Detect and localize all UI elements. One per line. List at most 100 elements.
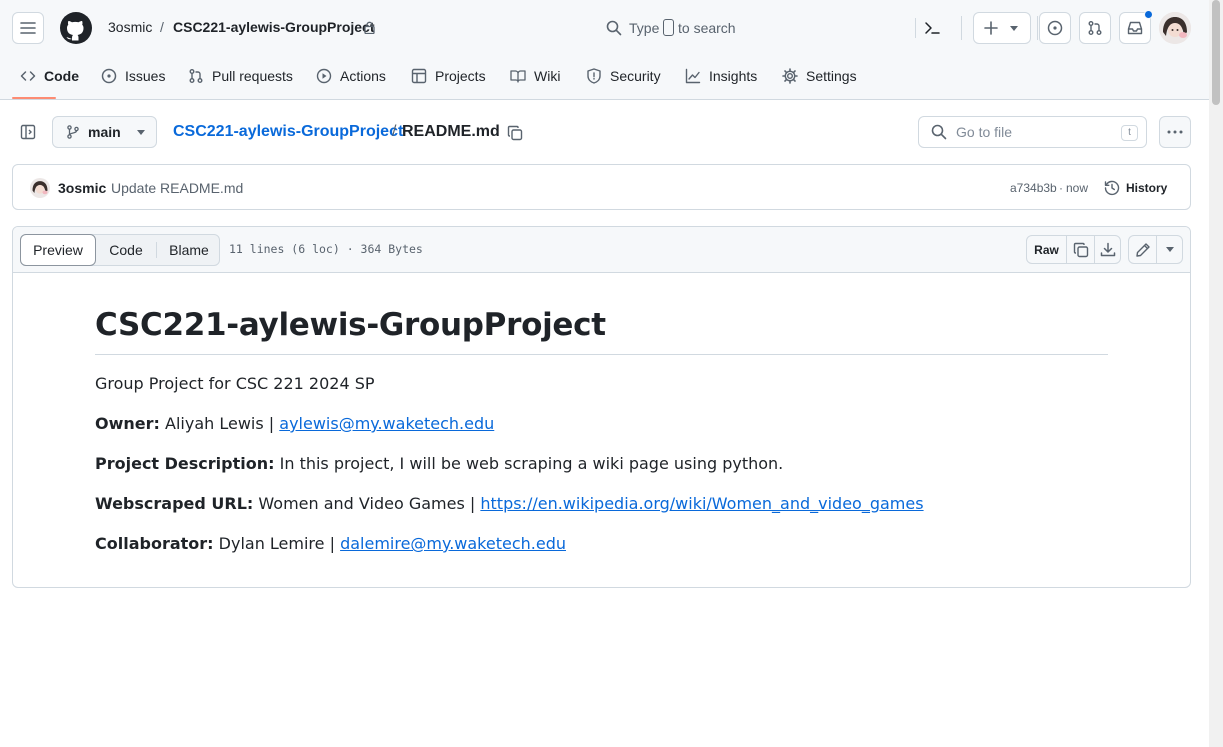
menu-button[interactable]: [12, 12, 44, 44]
file-path-separator: /: [392, 123, 397, 140]
edit-file-button[interactable]: [1129, 236, 1156, 263]
go-to-file-key: t: [1121, 125, 1138, 141]
pull-request-icon: [1088, 21, 1102, 35]
commit-dot: ·: [1059, 181, 1063, 195]
search-placeholder-rest: to search: [678, 20, 736, 36]
tab-blame-label: Blame: [169, 242, 209, 258]
shield-icon: [587, 68, 601, 84]
issues-button[interactable]: [1039, 12, 1071, 44]
sidebar-expand-icon: [20, 124, 36, 140]
collaborator-email-link[interactable]: dalemire@my.waketech.edu: [340, 534, 566, 553]
owner-link[interactable]: 3osmic: [108, 19, 152, 35]
lock-icon: [364, 21, 375, 34]
search-placeholder-type: Type: [629, 20, 660, 36]
tab-pull-requests[interactable]: Pull requests: [188, 64, 293, 88]
readme-url-line: Webscraped URL: Women and Video Games | …: [95, 494, 924, 513]
search-icon: [931, 124, 947, 140]
kebab-horizontal-icon: [1167, 130, 1183, 134]
copy-icon: [1073, 242, 1088, 257]
tab-projects-label: Projects: [435, 68, 486, 84]
download-button[interactable]: [1095, 236, 1120, 263]
history-icon: [1104, 180, 1120, 196]
commit-message[interactable]: Update README.md: [111, 180, 243, 196]
readme-title-rule: [95, 354, 1108, 355]
file-path-repo-link[interactable]: CSC221-aylewis-GroupProject: [173, 123, 403, 141]
readme-collaborator-line: Collaborator: Dylan Lemire | dalemire@my…: [95, 534, 566, 553]
url-label: Webscraped URL:: [95, 494, 254, 513]
tab-settings[interactable]: Settings: [782, 64, 857, 88]
code-icon: [20, 71, 36, 81]
header-divider: [961, 16, 962, 40]
copy-raw-button[interactable]: [1067, 236, 1094, 263]
tab-security[interactable]: Security: [586, 64, 661, 88]
hamburger-icon: [20, 22, 36, 34]
url-value: Women and Video Games |: [258, 494, 476, 513]
search-icon: [606, 20, 622, 36]
wikipedia-link[interactable]: https://en.wikipedia.org/wiki/Women_and_…: [480, 494, 923, 513]
pencil-icon: [1135, 242, 1150, 257]
commit-sha[interactable]: a734b3b: [1010, 181, 1057, 195]
table-icon: [411, 68, 427, 84]
tab-security-label: Security: [610, 68, 661, 84]
pull-requests-button[interactable]: [1079, 12, 1111, 44]
raw-button[interactable]: Raw: [1027, 236, 1066, 263]
tab-preview-label: Preview: [33, 242, 83, 258]
history-label: History: [1126, 181, 1168, 195]
graph-icon: [685, 68, 701, 84]
file-name: README.md: [402, 123, 500, 140]
page-scrollbar-track[interactable]: [1209, 0, 1223, 747]
more-options-button[interactable]: [1159, 116, 1191, 148]
tab-code[interactable]: Code: [20, 64, 79, 88]
github-logo-icon[interactable]: [60, 12, 92, 44]
tab-code-underline: [12, 97, 56, 99]
readme-owner-line: Owner: Aliyah Lewis | aylewis@my.waketec…: [95, 414, 494, 433]
git-branch-icon: [67, 125, 79, 139]
history-button[interactable]: History: [1104, 178, 1167, 198]
tab-insights-label: Insights: [709, 68, 758, 84]
notification-dot: [1144, 10, 1153, 19]
issue-icon: [101, 68, 117, 84]
tab-code-view-label: Code: [109, 242, 143, 258]
tab-actions-label: Actions: [340, 68, 386, 84]
tab-code-view[interactable]: Code: [100, 234, 152, 266]
commit-author-avatar[interactable]: [30, 178, 50, 198]
go-to-file-input[interactable]: Go to file t: [918, 116, 1147, 148]
collaborator-label: Collaborator:: [95, 534, 214, 553]
segment-divider: [156, 242, 157, 258]
create-new-button[interactable]: [973, 12, 1031, 44]
caret-down-icon: [1010, 25, 1018, 31]
tab-insights[interactable]: Insights: [685, 64, 757, 88]
tab-settings-label: Settings: [806, 68, 857, 84]
readme-description-line: Project Description: In this project, I …: [95, 454, 783, 473]
tab-pull-requests-label: Pull requests: [212, 68, 293, 84]
issue-icon: [1047, 20, 1063, 36]
tab-blame[interactable]: Blame: [160, 234, 218, 266]
sidebar-toggle-button[interactable]: [12, 116, 44, 148]
branch-select[interactable]: main: [52, 116, 157, 148]
owner-email-link[interactable]: aylewis@my.waketech.edu: [279, 414, 494, 433]
inbox-icon: [1127, 21, 1143, 35]
tab-actions[interactable]: Actions: [316, 64, 386, 88]
gear-icon: [782, 68, 798, 84]
description-label: Project Description:: [95, 454, 275, 473]
commit-author[interactable]: 3osmic: [58, 180, 106, 196]
tab-issues-label: Issues: [125, 68, 166, 84]
repo-link[interactable]: CSC221-aylewis-GroupProject: [173, 19, 375, 35]
search-divider: [915, 18, 916, 38]
branch-name: main: [88, 124, 121, 140]
tab-wiki[interactable]: Wiki: [510, 64, 560, 88]
copy-icon: [507, 125, 523, 141]
download-icon: [1100, 242, 1115, 256]
tab-issues[interactable]: Issues: [101, 64, 165, 88]
page-scrollbar-thumb[interactable]: [1212, 0, 1220, 105]
tab-projects[interactable]: Projects: [411, 64, 486, 88]
user-avatar[interactable]: [1159, 12, 1191, 44]
raw-label: Raw: [1034, 242, 1059, 257]
edit-options-button[interactable]: [1157, 236, 1182, 263]
collaborator-value: Dylan Lemire |: [218, 534, 335, 553]
command-palette-icon[interactable]: [924, 20, 940, 36]
tab-preview[interactable]: Preview: [20, 234, 96, 266]
tab-code-label: Code: [44, 68, 79, 84]
copy-path-button[interactable]: [502, 120, 528, 146]
breadcrumb-separator: /: [160, 19, 164, 35]
